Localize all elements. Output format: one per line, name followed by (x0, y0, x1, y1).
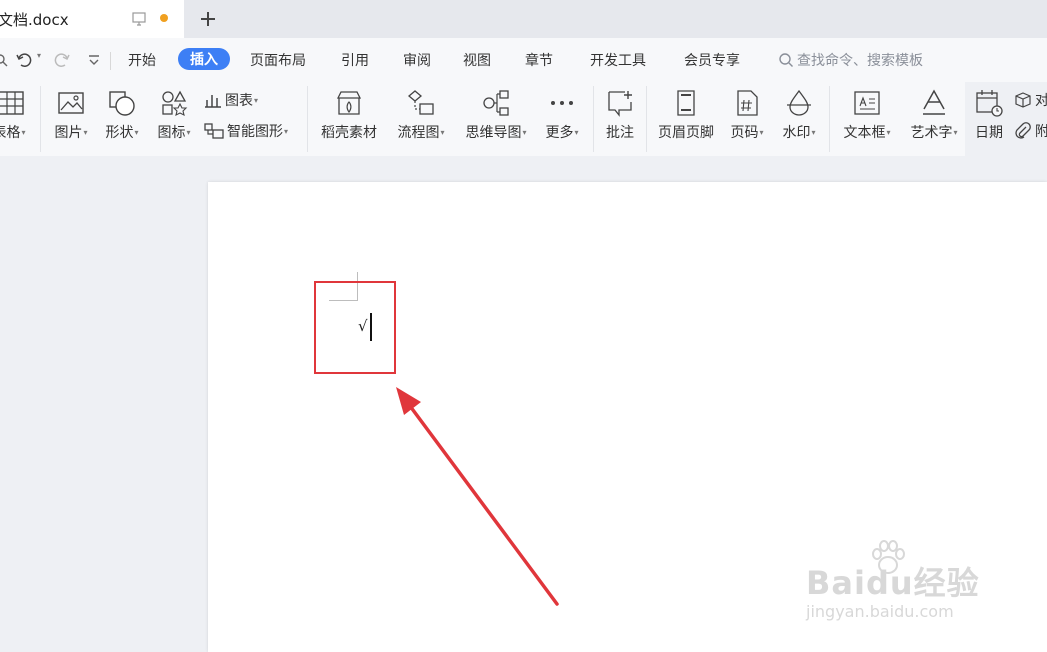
baidu-watermark: Baidu经验 jingyan.baidu.com (806, 540, 996, 630)
watermark-logo-text: Baidu经验 (806, 564, 980, 602)
watermark-url-text: jingyan.baidu.com (806, 602, 954, 621)
